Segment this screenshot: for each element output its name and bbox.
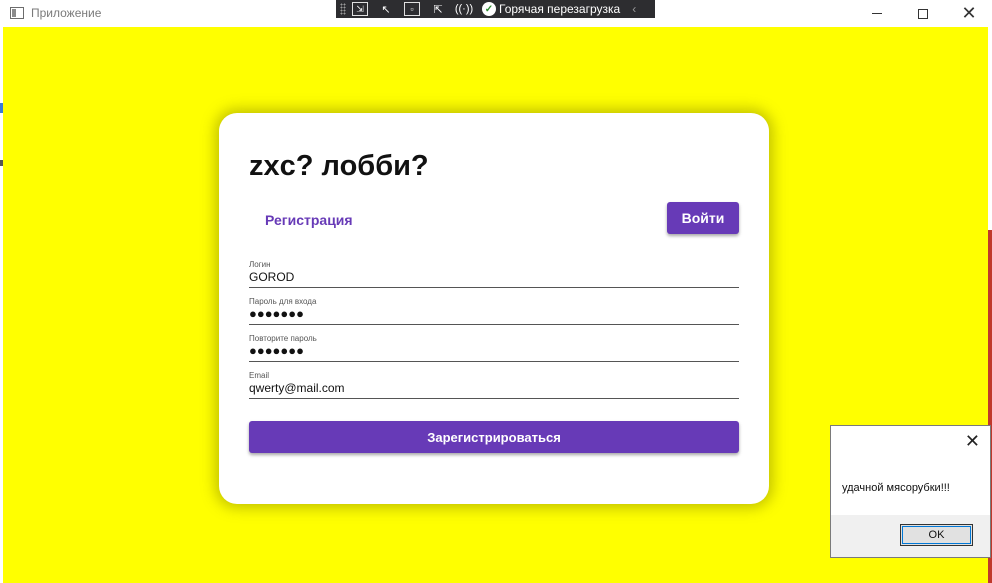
repeat-password-field-value[interactable]: ●●●●●●● [249,343,739,361]
binding-failures-icon[interactable]: ((·)) [455,2,473,16]
register-submit-button[interactable]: Зарегистрироваться [249,421,739,453]
email-field-hint: Email [249,371,270,380]
message-box-footer: OK [831,515,990,557]
password-field[interactable]: Пароль для входа ●●●●●●● [249,297,739,325]
login-button[interactable]: Войти [667,202,739,234]
select-element-icon[interactable]: ↖ [378,2,394,16]
app-window: Приложение ✕ ⇲ ↖ ▫ ⇱ ((·)) ✓ Горячая пер… [0,0,992,583]
live-tree-icon[interactable]: ⇲ [352,2,368,16]
minimize-button[interactable] [854,0,900,27]
message-box: ✕ удачной мясорубки!!! OK [830,425,991,558]
repeat-password-field-hint: Повторите пароль [249,334,317,343]
register-tab[interactable]: Регистрация [265,212,353,228]
login-field-value[interactable]: GOROD [249,269,739,287]
email-field[interactable]: Email qwerty@mail.com [249,371,739,399]
repeat-password-field[interactable]: Повторите пароль ●●●●●●● [249,334,739,362]
edge-artifact [0,103,3,113]
password-field-hint: Пароль для входа [249,297,317,306]
window-title: Приложение [31,6,102,20]
toolbar-grip-icon[interactable] [340,3,346,15]
registration-card: zxc? лобби? Регистрация Войти Логин GORO… [219,113,769,504]
maximize-button[interactable] [900,0,946,27]
edge-artifact [0,160,3,166]
xaml-debug-toolbar: ⇲ ↖ ▫ ⇱ ((·)) ✓ Горячая перезагрузка ‹ [336,0,655,18]
message-box-close-icon[interactable]: ✕ [965,432,980,450]
close-icon: ✕ [961,3,977,23]
maximize-icon [918,8,928,19]
collapse-toolbar-icon[interactable]: ‹ [632,2,636,16]
message-box-ok-button[interactable]: OK [900,524,973,546]
password-field-value[interactable]: ●●●●●●● [249,306,739,324]
window-controls: ✕ [854,0,992,27]
message-box-text: удачной мясорубки!!! [842,482,950,494]
card-title: zxc? лобби? [249,150,429,182]
login-field[interactable]: Логин GOROD [249,260,739,288]
close-window-button[interactable]: ✕ [946,0,992,27]
layout-adorners-icon[interactable]: ▫ [404,2,420,16]
minimize-icon [872,13,882,14]
hot-reload-label[interactable]: Горячая перезагрузка [499,2,620,16]
login-field-hint: Логин [249,260,271,269]
app-window-icon [10,7,24,19]
email-field-value[interactable]: qwerty@mail.com [249,380,739,398]
track-focus-icon[interactable]: ⇱ [430,2,446,16]
hot-reload-ok-icon: ✓ [482,2,496,16]
